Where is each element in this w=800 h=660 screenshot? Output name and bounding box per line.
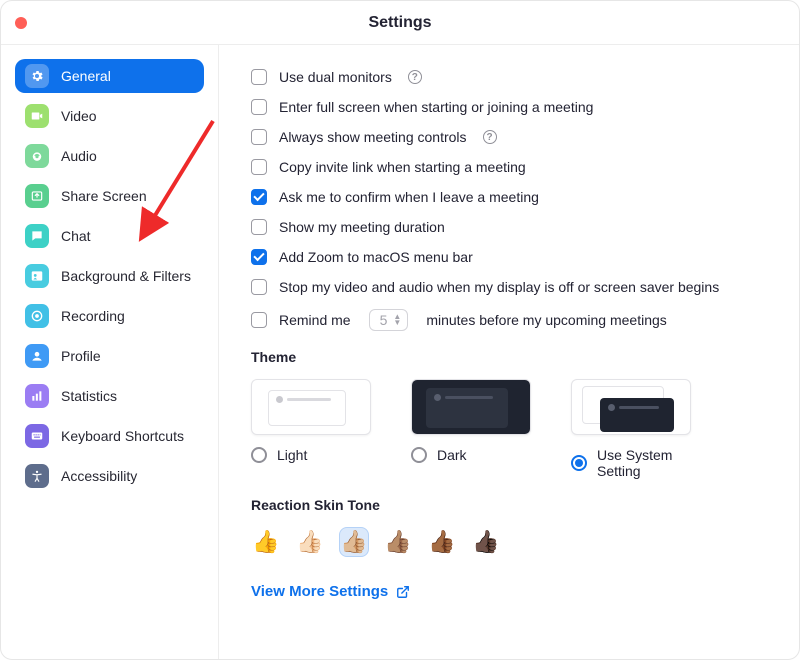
sidebar-item-share-screen[interactable]: Share Screen	[15, 179, 204, 213]
sidebar-item-video[interactable]: Video	[15, 99, 204, 133]
help-icon[interactable]: ?	[408, 70, 422, 84]
option-row: Add Zoom to macOS menu bar	[251, 249, 767, 265]
option-row: Always show meeting controls ?	[251, 129, 767, 145]
skin-tone-option[interactable]: 👍🏻	[295, 527, 325, 557]
checkbox[interactable]	[251, 249, 267, 265]
sidebar-item-label: Keyboard Shortcuts	[61, 428, 184, 444]
option-label: Copy invite link when starting a meeting	[279, 159, 526, 175]
checkbox[interactable]	[251, 129, 267, 145]
stepper-arrows-icon: ▲▼	[393, 314, 401, 326]
theme-options: Light Dark Use System Setting	[251, 379, 767, 479]
sidebar-item-label: Chat	[61, 228, 91, 244]
gear-icon	[25, 64, 49, 88]
help-icon[interactable]: ?	[483, 130, 497, 144]
sidebar-item-label: General	[61, 68, 111, 84]
bg-icon	[25, 264, 49, 288]
radio[interactable]	[571, 455, 587, 471]
skin-tone-option[interactable]: 👍	[251, 527, 281, 557]
checkbox[interactable]	[251, 219, 267, 235]
audio-icon	[25, 144, 49, 168]
option-row: Show my meeting duration	[251, 219, 767, 235]
sidebar-item-recording[interactable]: Recording	[15, 299, 204, 333]
theme-label: Use System Setting	[597, 447, 691, 479]
settings-content: Use dual monitors ? Enter full screen wh…	[219, 45, 799, 659]
remind-suffix: minutes before my upcoming meetings	[426, 312, 666, 328]
sidebar-item-audio[interactable]: Audio	[15, 139, 204, 173]
sidebar-item-label: Share Screen	[61, 188, 147, 204]
option-row: Use dual monitors ?	[251, 69, 767, 85]
sidebar-item-label: Statistics	[61, 388, 117, 404]
sidebar-item-label: Accessibility	[61, 468, 137, 484]
video-icon	[25, 104, 49, 128]
external-link-icon	[396, 585, 410, 599]
window-title: Settings	[1, 14, 799, 32]
sidebar-item-accessibility[interactable]: Accessibility	[15, 459, 204, 493]
sidebar-item-label: Audio	[61, 148, 97, 164]
theme-label: Light	[277, 447, 307, 463]
theme-label: Dark	[437, 447, 467, 463]
option-row: Ask me to confirm when I leave a meeting	[251, 189, 767, 205]
option-label: Add Zoom to macOS menu bar	[279, 249, 473, 265]
titlebar: Settings	[1, 1, 799, 45]
sidebar-item-label: Recording	[61, 308, 125, 324]
option-label: Always show meeting controls	[279, 129, 467, 145]
checkbox-remind[interactable]	[251, 312, 267, 328]
rec-icon	[25, 304, 49, 328]
close-traffic-light[interactable]	[15, 17, 27, 29]
option-label: Show my meeting duration	[279, 219, 445, 235]
checkbox[interactable]	[251, 189, 267, 205]
checkbox[interactable]	[251, 69, 267, 85]
option-remind: Remind me 5 ▲▼ minutes before my upcomin…	[251, 309, 767, 331]
profile-icon	[25, 344, 49, 368]
sidebar-item-background-filters[interactable]: Background & Filters	[15, 259, 204, 293]
radio[interactable]	[411, 447, 427, 463]
option-label: Enter full screen when starting or joini…	[279, 99, 593, 115]
theme-option-dark[interactable]: Dark	[411, 379, 531, 479]
remind-minutes-stepper[interactable]: 5 ▲▼	[369, 309, 409, 331]
stats-icon	[25, 384, 49, 408]
sidebar-item-profile[interactable]: Profile	[15, 339, 204, 373]
radio[interactable]	[251, 447, 267, 463]
sidebar: General Video Audio Share Screen Chat Ba…	[1, 45, 219, 659]
kbd-icon	[25, 424, 49, 448]
skin-tone-option[interactable]: 👍🏾	[427, 527, 457, 557]
sidebar-item-keyboard-shortcuts[interactable]: Keyboard Shortcuts	[15, 419, 204, 453]
checkbox[interactable]	[251, 279, 267, 295]
theme-option-use-system-setting[interactable]: Use System Setting	[571, 379, 691, 479]
share-icon	[25, 184, 49, 208]
option-row: Copy invite link when starting a meeting	[251, 159, 767, 175]
options-list: Use dual monitors ? Enter full screen wh…	[251, 69, 767, 295]
settings-window: Settings General Video Audio Share Scree…	[0, 0, 800, 660]
skin-tone-option[interactable]: 👍🏿	[471, 527, 501, 557]
skin-tone-options: 👍 👍🏻 👍🏼 👍🏽 👍🏾 👍🏿	[251, 527, 767, 557]
theme-heading: Theme	[251, 349, 767, 365]
sidebar-item-label: Video	[61, 108, 97, 124]
option-row: Enter full screen when starting or joini…	[251, 99, 767, 115]
chat-icon	[25, 224, 49, 248]
skin-tone-option[interactable]: 👍🏼	[339, 527, 369, 557]
option-row: Stop my video and audio when my display …	[251, 279, 767, 295]
sidebar-item-chat[interactable]: Chat	[15, 219, 204, 253]
checkbox[interactable]	[251, 159, 267, 175]
view-more-settings-link[interactable]: View More Settings	[251, 583, 767, 600]
skin-heading: Reaction Skin Tone	[251, 497, 767, 513]
option-label: Stop my video and audio when my display …	[279, 279, 719, 295]
a11y-icon	[25, 464, 49, 488]
option-label: Use dual monitors	[279, 69, 392, 85]
remind-minutes-value: 5	[380, 312, 388, 328]
skin-tone-option[interactable]: 👍🏽	[383, 527, 413, 557]
sidebar-item-statistics[interactable]: Statistics	[15, 379, 204, 413]
theme-option-light[interactable]: Light	[251, 379, 371, 479]
sidebar-item-general[interactable]: General	[15, 59, 204, 93]
sidebar-item-label: Background & Filters	[61, 268, 191, 284]
view-more-label: View More Settings	[251, 583, 388, 600]
checkbox[interactable]	[251, 99, 267, 115]
remind-prefix: Remind me	[279, 312, 351, 328]
option-label: Ask me to confirm when I leave a meeting	[279, 189, 539, 205]
sidebar-item-label: Profile	[61, 348, 101, 364]
